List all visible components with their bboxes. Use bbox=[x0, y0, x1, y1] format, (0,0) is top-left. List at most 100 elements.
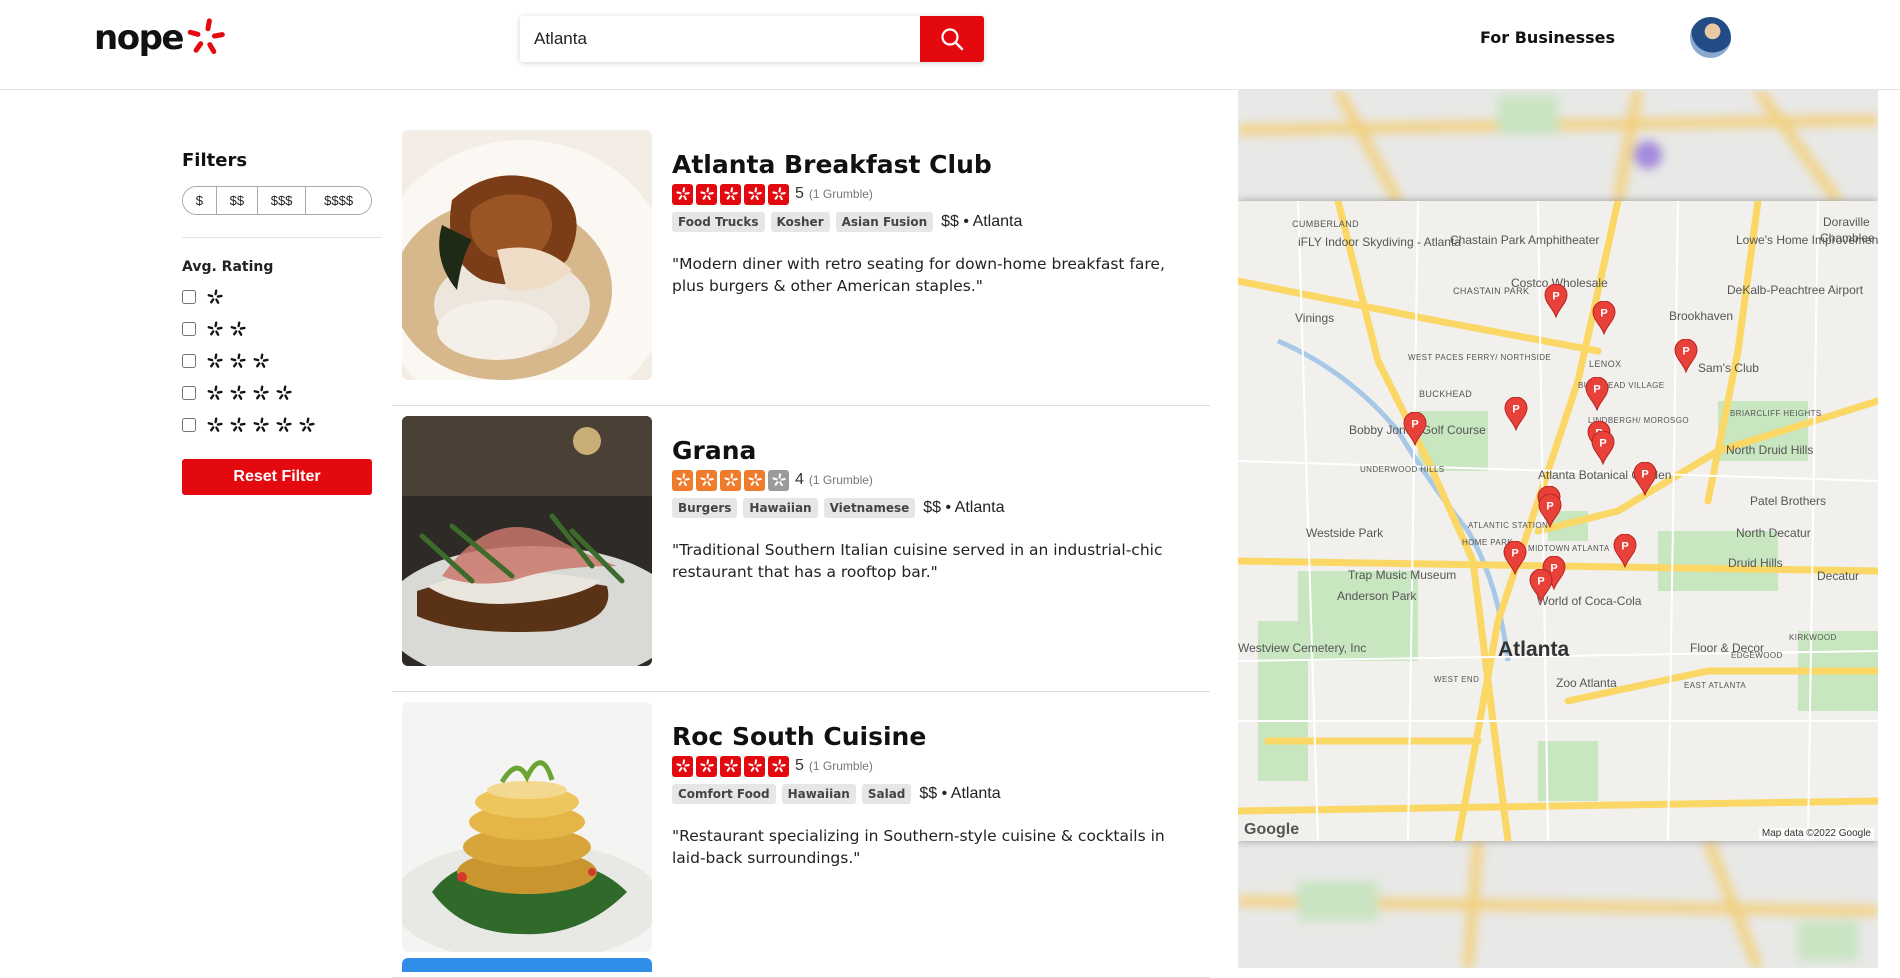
category-tag[interactable]: Burgers bbox=[672, 498, 738, 518]
search-bar bbox=[520, 16, 984, 62]
rating-checkbox[interactable] bbox=[182, 290, 196, 304]
search-input[interactable] bbox=[520, 16, 920, 62]
map-place-label: UNDERWOOD HILLS bbox=[1360, 465, 1445, 474]
map-place-label: Lowe's Home Improvement bbox=[1736, 233, 1878, 247]
rating-burst-icon bbox=[744, 755, 765, 777]
map-blurred-bottom bbox=[1238, 841, 1878, 968]
restaurant-pin-icon[interactable]: P bbox=[1504, 397, 1528, 431]
rating-checkbox[interactable] bbox=[182, 354, 196, 368]
listing-name[interactable]: Roc South Cuisine bbox=[672, 722, 1192, 751]
search-button[interactable] bbox=[920, 16, 984, 62]
price-location: $$ • Atlanta bbox=[919, 785, 1001, 802]
search-icon bbox=[941, 28, 964, 51]
price-option-4[interactable]: $$$$ bbox=[306, 187, 371, 214]
category-tag[interactable]: Hawaiian bbox=[743, 498, 818, 518]
listing-info: Grana 4 (1 Grumble) Burgers Hawaiian Vie… bbox=[672, 436, 1192, 583]
restaurant-pin-icon[interactable]: P bbox=[1613, 534, 1637, 568]
category-tag[interactable]: Kosher bbox=[770, 212, 830, 232]
rating-filter-option[interactable] bbox=[182, 313, 382, 345]
listing-photo[interactable] bbox=[402, 416, 652, 666]
rating-icons bbox=[206, 416, 316, 434]
map-place-label: EAST ATLANTA bbox=[1684, 681, 1747, 690]
reset-filter-button[interactable]: Reset Filter bbox=[182, 459, 372, 495]
svg-text:P: P bbox=[1537, 576, 1544, 588]
burst-icon bbox=[253, 417, 269, 432]
rating-filter-option[interactable] bbox=[182, 377, 382, 409]
avatar[interactable] bbox=[1690, 17, 1731, 58]
map-place-label: LENOX bbox=[1589, 359, 1622, 369]
rating-burst-icon bbox=[672, 755, 693, 777]
restaurant-pin-icon[interactable]: P bbox=[1403, 412, 1427, 446]
restaurant-pin-icon[interactable]: P bbox=[1585, 377, 1609, 411]
price-location: $$ • Atlanta bbox=[923, 499, 1005, 516]
filters-divider bbox=[182, 237, 382, 238]
map-place-label: Druid Hills bbox=[1728, 556, 1783, 570]
map-place-label: Atlanta bbox=[1498, 638, 1570, 661]
restaurant-pin-icon[interactable]: P bbox=[1591, 431, 1615, 465]
burst-icon bbox=[253, 353, 269, 368]
rating-filter-option[interactable] bbox=[182, 281, 382, 313]
svg-text:P: P bbox=[1599, 438, 1606, 450]
rating-burst-icon bbox=[720, 755, 741, 777]
listing-description: "Traditional Southern Italian cuisine se… bbox=[672, 541, 1163, 581]
map-place-label: Sam's Club bbox=[1698, 361, 1759, 375]
restaurant-pin-icon[interactable]: P bbox=[1674, 339, 1698, 373]
price-option-1[interactable]: $ bbox=[183, 187, 217, 214]
restaurant-pin-icon[interactable]: P bbox=[1503, 541, 1527, 575]
restaurant-pin-icon[interactable]: P bbox=[1544, 284, 1568, 318]
listing-name[interactable]: Atlanta Breakfast Club bbox=[672, 150, 1192, 179]
logo[interactable]: nope bbox=[94, 16, 227, 60]
category-tag[interactable]: Asian Fusion bbox=[835, 212, 934, 232]
burst-icon bbox=[207, 385, 223, 400]
rating-burst-icon bbox=[720, 469, 741, 491]
burst-icon bbox=[253, 385, 269, 400]
category-tag[interactable]: Comfort Food bbox=[672, 784, 776, 804]
listing-card: Roc South Cuisine 5 (1 Grumble) Comfort … bbox=[392, 702, 1210, 978]
rating-checkbox[interactable] bbox=[182, 322, 196, 336]
restaurant-pin-icon[interactable]: P bbox=[1633, 462, 1657, 496]
listing-photo[interactable] bbox=[402, 702, 652, 952]
google-logo: Google bbox=[1244, 821, 1300, 838]
restaurant-pin-icon[interactable]: P bbox=[1538, 494, 1562, 528]
burst-icon bbox=[207, 289, 223, 304]
svg-text:P: P bbox=[1546, 501, 1553, 513]
next-listing-photo[interactable] bbox=[402, 958, 652, 972]
burst-icon bbox=[230, 417, 246, 432]
restaurant-pin-icon[interactable]: P bbox=[1529, 569, 1553, 603]
map-panel[interactable]: Doraville Chamblee Lowe's Home Improvement… bbox=[1238, 90, 1878, 968]
price-option-2[interactable]: $$ bbox=[216, 187, 258, 214]
map-place-label: EDGEWOOD bbox=[1731, 651, 1783, 660]
burst-icon bbox=[230, 385, 246, 400]
listing-tags: Food Trucks Kosher Asian Fusion $$ • Atl… bbox=[672, 211, 1192, 233]
category-tag[interactable]: Vietnamese bbox=[823, 498, 916, 518]
listing-name[interactable]: Grana bbox=[672, 436, 1192, 465]
rating-checkbox[interactable] bbox=[182, 418, 196, 432]
svg-text:P: P bbox=[1552, 291, 1559, 303]
map-place-label: Westview Cemetery, Inc bbox=[1238, 641, 1367, 655]
map-place-label: Anderson Park bbox=[1337, 589, 1417, 603]
rating-checkbox[interactable] bbox=[182, 386, 196, 400]
category-tag[interactable]: Salad bbox=[861, 784, 912, 804]
food-photo-tomatoes bbox=[402, 702, 652, 952]
map-place-label: Brookhaven bbox=[1669, 309, 1734, 323]
rating-filter-option[interactable] bbox=[182, 409, 382, 441]
category-tag[interactable]: Food Trucks bbox=[672, 212, 765, 232]
map-place-label: Patel Brothers bbox=[1750, 494, 1827, 508]
map-canvas[interactable]: Doraville Chamblee Lowe's Home Improvement… bbox=[1238, 201, 1878, 841]
svg-text:P: P bbox=[1411, 419, 1418, 431]
for-businesses-link[interactable]: For Businesses bbox=[1480, 28, 1615, 47]
top-nav: nope For Businesses bbox=[0, 0, 1900, 90]
map-place-label: KIRKWOOD bbox=[1789, 633, 1837, 642]
map-place-label: WEST PACES FERRY/ NORTHSIDE bbox=[1408, 353, 1552, 362]
svg-text:P: P bbox=[1511, 548, 1518, 560]
price-option-3[interactable]: $$$ bbox=[257, 187, 307, 214]
rating-burst-icon bbox=[696, 755, 717, 777]
burst-icon bbox=[207, 353, 223, 368]
listing-photo[interactable] bbox=[402, 130, 652, 380]
avg-rating-title: Avg. Rating bbox=[182, 259, 274, 275]
svg-text:P: P bbox=[1512, 404, 1519, 416]
category-tag[interactable]: Hawaiian bbox=[781, 784, 856, 804]
restaurant-pin-icon[interactable]: P bbox=[1592, 301, 1616, 335]
rating-filter-option[interactable] bbox=[182, 345, 382, 377]
rating-stars bbox=[672, 183, 789, 205]
